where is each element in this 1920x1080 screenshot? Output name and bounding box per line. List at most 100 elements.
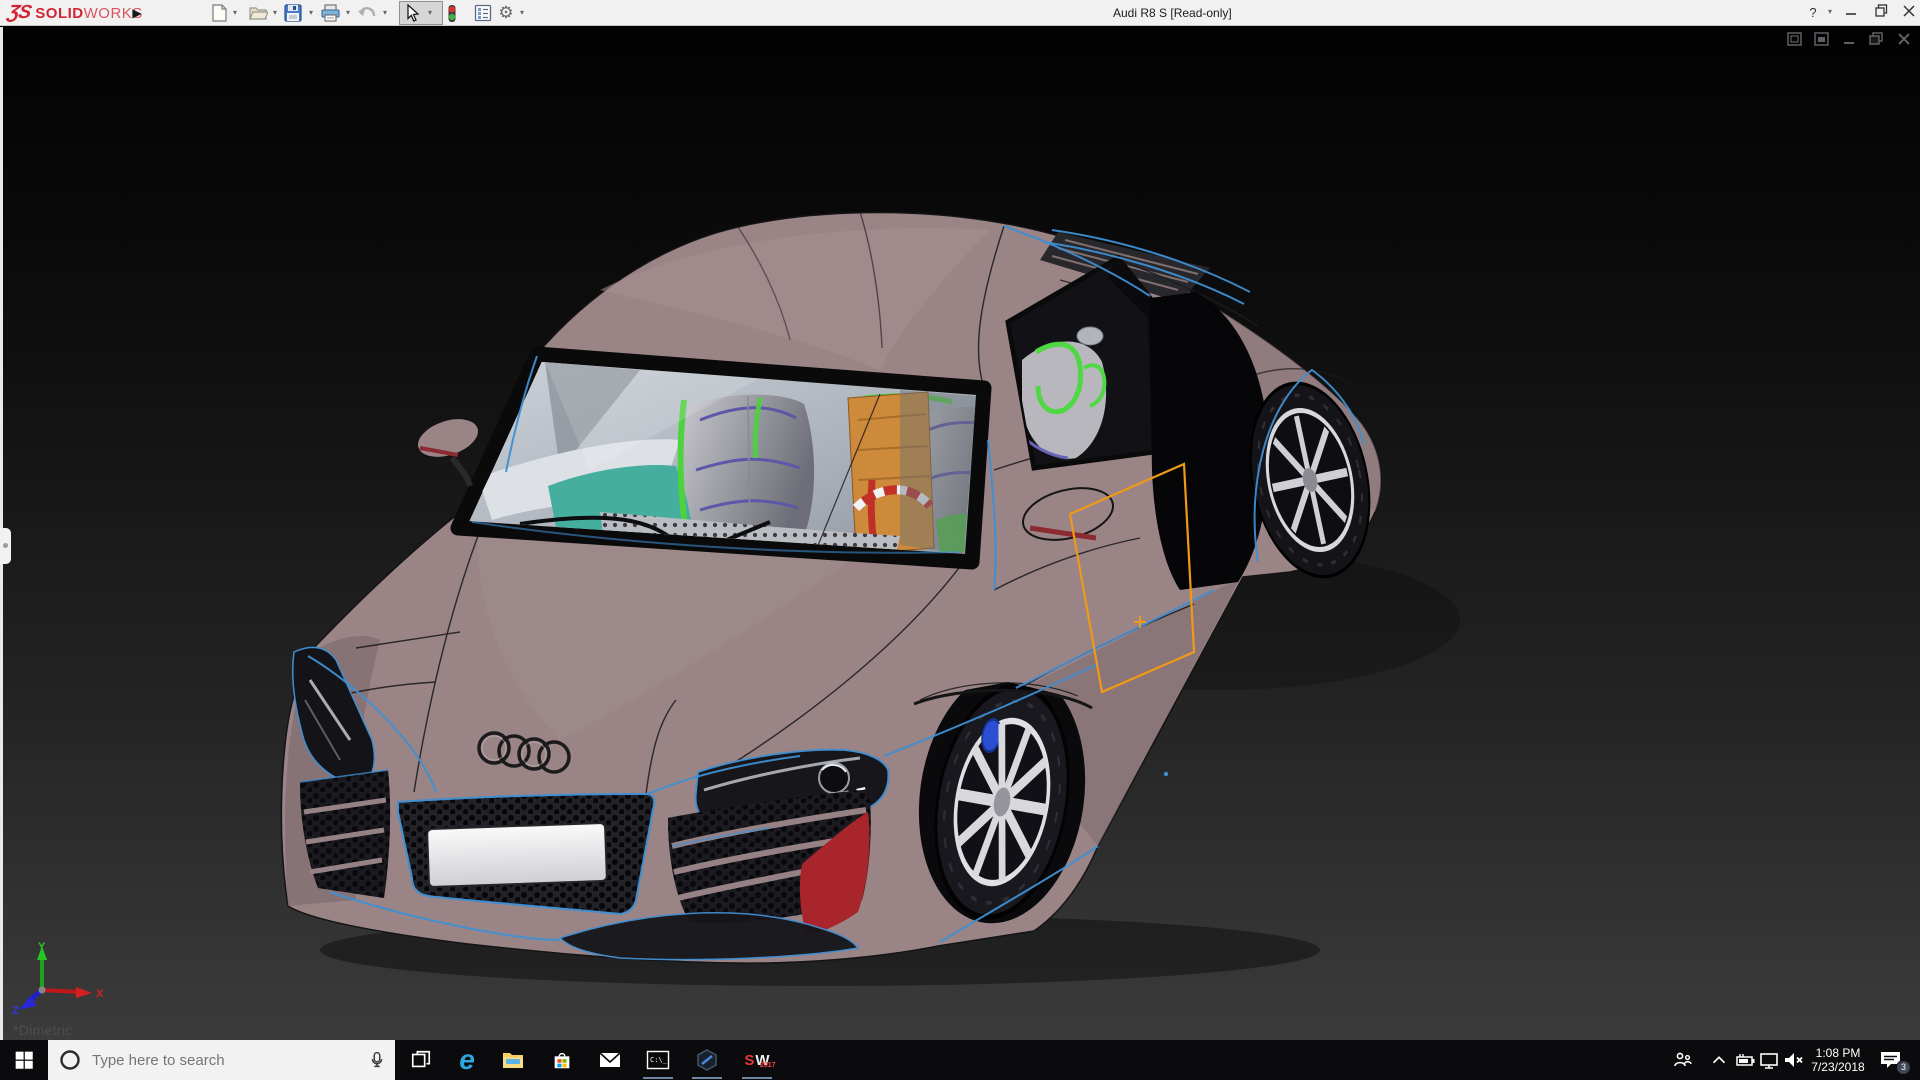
volume-muted-icon: [1785, 1053, 1803, 1067]
edge-button[interactable]: e: [444, 1040, 490, 1080]
save-dropdown[interactable]: ▾: [309, 9, 317, 17]
solidworks-logo: ƷS SOLID WORKS: [5, 2, 143, 23]
triad-z-label: Z: [12, 1005, 19, 1017]
solidworks-taskbar-button[interactable]: SW 2017: [734, 1040, 780, 1080]
search-input[interactable]: [92, 1051, 332, 1069]
3d-viewer-button[interactable]: [684, 1040, 730, 1080]
view-orientation-label: *Dimetric: [13, 1022, 73, 1038]
select-dropdown[interactable]: ▾: [428, 9, 436, 17]
doc-minimize-button[interactable]: [1841, 31, 1861, 49]
file-explorer-button[interactable]: [490, 1040, 536, 1080]
doc-close-button[interactable]: [1896, 31, 1916, 49]
cortana-icon: [60, 1050, 80, 1070]
new-window-icon: [1787, 32, 1802, 46]
network-display-icon: [1760, 1053, 1778, 1069]
tile-window-icon: [1814, 32, 1829, 46]
options-button[interactable]: ⚙: [495, 3, 517, 23]
model-canvas: [280, 211, 1460, 986]
edge-icon: e: [459, 1044, 475, 1075]
task-view-icon: [411, 1050, 431, 1068]
window-title: Audi R8 S [Read-only]: [1113, 6, 1232, 20]
file-properties-icon: [474, 4, 492, 22]
chevron-up-icon: [1712, 1056, 1726, 1064]
doc-new-window-button[interactable]: [1786, 31, 1806, 49]
print-dropdown[interactable]: ▾: [346, 9, 354, 17]
license-plate: [426, 822, 608, 888]
ds-3s-icon: ƷS: [5, 2, 33, 23]
cmd-running-indicator: [643, 1077, 673, 1079]
file-explorer-icon: [503, 1053, 523, 1068]
taskbar-search[interactable]: [48, 1040, 395, 1080]
windows-logo-icon: [15, 1051, 33, 1069]
new-document-icon: [211, 4, 227, 22]
panel-tab-grip-icon: [3, 543, 8, 548]
help-dropdown[interactable]: ▾: [1828, 8, 1836, 16]
select-cursor-icon: [407, 4, 420, 22]
network-button[interactable]: [1757, 1048, 1781, 1072]
save-floppy-icon: [284, 4, 302, 22]
minimize-button[interactable]: [1838, 4, 1864, 22]
mirror-left: [416, 417, 480, 487]
options-dropdown[interactable]: ▾: [520, 9, 528, 17]
print-button[interactable]: [319, 3, 341, 23]
open-folder-icon: [248, 7, 268, 20]
new-dropdown[interactable]: ▾: [233, 9, 241, 17]
doc-restore-button[interactable]: [1868, 31, 1888, 49]
windshield: [450, 346, 992, 570]
undo-button[interactable]: [356, 3, 378, 23]
undo-dropdown[interactable]: ▾: [383, 9, 391, 17]
people-button[interactable]: [1670, 1048, 1694, 1072]
print-icon: [320, 4, 340, 22]
start-button[interactable]: [0, 1040, 48, 1080]
mail-icon: [599, 1052, 621, 1067]
sw-year-badge: 2017: [760, 1062, 776, 1069]
store-icon: [554, 1052, 570, 1069]
doc-restore-icon: [1869, 32, 1883, 45]
close-button[interactable]: [1896, 4, 1920, 22]
command-prompt-icon: C:\_: [646, 1050, 670, 1070]
mail-button[interactable]: [587, 1040, 633, 1080]
sw-running-indicator: [742, 1077, 772, 1079]
rebuild-lights-button[interactable]: [441, 3, 463, 23]
viewer-running-indicator: [692, 1077, 722, 1079]
battery-charging-icon: [1736, 1054, 1755, 1066]
command-prompt-button[interactable]: C:\_: [635, 1040, 681, 1080]
close-icon: [1903, 5, 1915, 17]
restore-button[interactable]: [1868, 4, 1894, 22]
3d-viewer-icon: [697, 1049, 717, 1071]
cmd-prompt-text: C:\_: [650, 1056, 668, 1064]
graphics-area[interactable]: [0, 27, 1920, 1040]
menu-flyout-arrow[interactable]: ▶: [130, 3, 144, 23]
orientation-triad: Y X Z: [6, 938, 116, 1027]
windows-taskbar: e C:\_ SW: [0, 1040, 1920, 1080]
front-grille: [397, 792, 656, 916]
restore-icon: [1874, 4, 1887, 17]
open-dropdown[interactable]: ▾: [273, 9, 281, 17]
undo-icon: [358, 7, 376, 17]
microphone-icon[interactable]: [366, 1049, 388, 1071]
clock-date: 7/23/2018: [1811, 1060, 1865, 1074]
minimize-icon: [1846, 13, 1856, 15]
select-tool-button[interactable]: [402, 3, 424, 23]
open-button[interactable]: [247, 3, 269, 23]
taskbar-clock[interactable]: 1:08 PM 7/23/2018: [1806, 1040, 1870, 1080]
people-icon: [1674, 1052, 1692, 1067]
battery-button[interactable]: [1733, 1048, 1757, 1072]
triad-x-label: X: [96, 988, 104, 1000]
tray-overflow-button[interactable]: [1708, 1048, 1732, 1072]
task-view-button[interactable]: [398, 1040, 444, 1080]
help-button[interactable]: ?: [1800, 4, 1826, 22]
store-button[interactable]: [539, 1040, 585, 1080]
doc-minimize-icon: [1844, 42, 1854, 44]
notification-count-badge: 3: [1896, 1060, 1911, 1075]
volume-button[interactable]: [1781, 1048, 1805, 1072]
clock-time: 1:08 PM: [1815, 1046, 1861, 1060]
new-document-button[interactable]: [208, 3, 230, 23]
triad-y-label: Y: [38, 941, 46, 953]
title-bar: ƷS SOLID WORKS ▶ ▾ ▾ ▾ ▾ ▾ ▾ ⚙ ▾ Audi R8…: [0, 0, 1920, 26]
feature-panel-collapsed-tab[interactable]: [0, 528, 11, 564]
save-button[interactable]: [282, 3, 304, 23]
traffic-light-icon: [448, 4, 456, 22]
doc-tile-button[interactable]: [1813, 31, 1833, 49]
file-properties-button[interactable]: [472, 3, 494, 23]
